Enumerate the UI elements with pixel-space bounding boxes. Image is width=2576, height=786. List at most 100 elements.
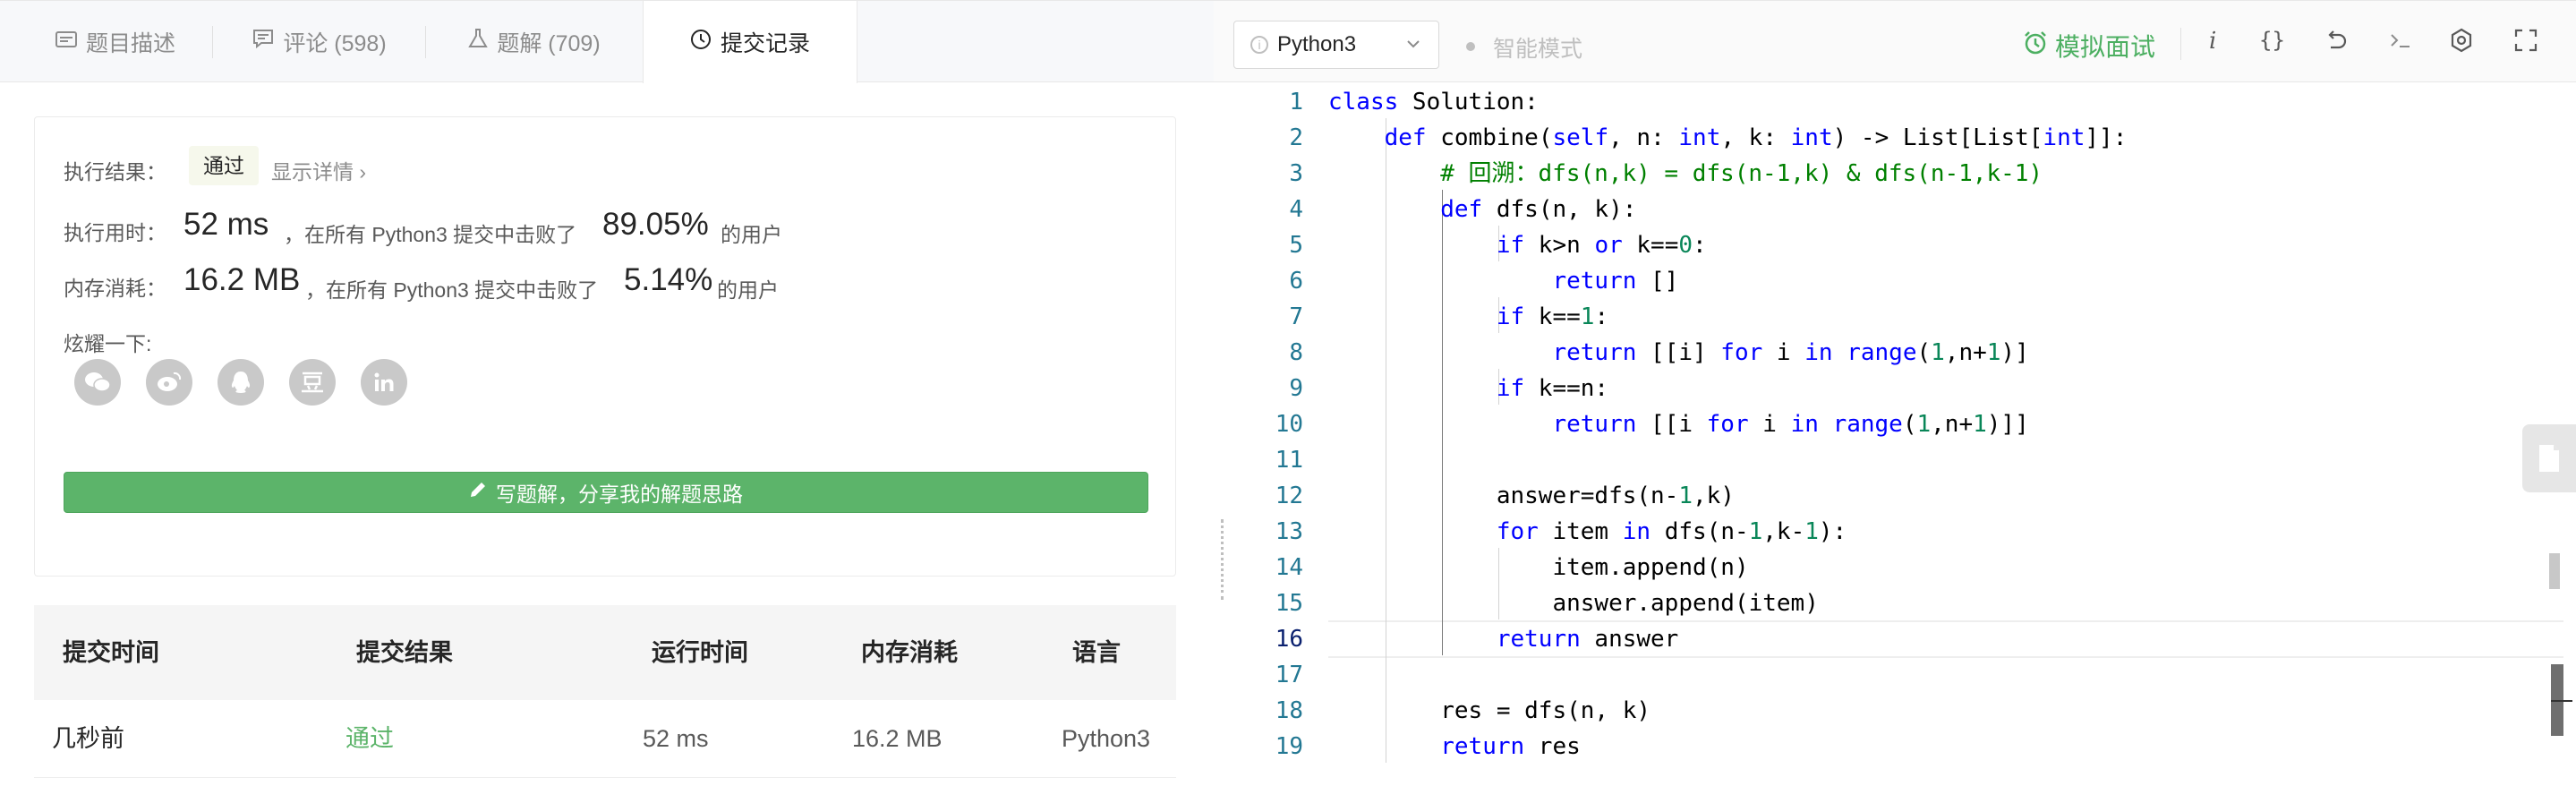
info-circle-icon: i xyxy=(1250,36,1268,54)
line-number: 19 xyxy=(1275,733,1303,760)
col-submit-result: 提交结果 xyxy=(356,639,453,666)
runtime-text: ，在所有 Python3 提交中击败了 xyxy=(284,223,577,246)
line-number: 8 xyxy=(1289,339,1303,366)
mock-interview-label: 模拟面试 xyxy=(2055,33,2156,61)
show-details-link[interactable]: 显示详情 › xyxy=(271,155,366,185)
cell-runtime: 52 ms xyxy=(643,725,709,752)
undo-icon[interactable] xyxy=(2324,28,2349,59)
tab-label: 提交记录 xyxy=(720,31,810,56)
cursor-marker xyxy=(2551,700,2572,702)
line-number: 15 xyxy=(1275,590,1303,617)
tab-comments[interactable]: 评论 (598) xyxy=(213,1,426,82)
left-panel: 题目描述 评论 (598) 题解 (709) 提交记录 执行结果： 通过 显示详… xyxy=(0,0,1215,786)
code-line[interactable]: def dfs(n, k): xyxy=(1328,192,1636,227)
code-line[interactable]: answer.append(item) xyxy=(1328,585,1818,621)
memory-percentile: 5.14% xyxy=(624,262,713,297)
col-submit-time: 提交时间 xyxy=(63,639,159,666)
line-number: 1 xyxy=(1289,89,1303,115)
douban-icon[interactable] xyxy=(289,359,336,406)
code-line[interactable]: # 回溯：dfs(n,k) = dfs(n-1,k) & dfs(n-1,k-1… xyxy=(1328,156,2043,192)
scrollbar-marker xyxy=(2549,553,2560,589)
code-line[interactable]: class Solution: xyxy=(1328,84,1539,120)
panel-resize-handle[interactable] xyxy=(1221,519,1227,600)
code-line[interactable]: if k>n or k==0: xyxy=(1328,227,1707,263)
table-row[interactable]: 几秒前 通过 52 ms 16.2 MB Python3 xyxy=(34,700,1176,778)
code-line[interactable]: return res xyxy=(1328,729,1581,765)
code-line[interactable]: return [[i] for i in range(1,n+1)] xyxy=(1328,335,2028,371)
note-icon xyxy=(2539,445,2559,472)
memory-text: ，在所有 Python3 提交中击败了 xyxy=(305,278,599,302)
code-line[interactable]: return [] xyxy=(1328,263,1678,299)
line-number: 6 xyxy=(1289,268,1303,295)
line-number: 16 xyxy=(1275,626,1303,653)
editor-toolbar: i Python3 智能模式 模拟面试 i {} xyxy=(1214,0,2576,82)
code-line[interactable]: item.append(n) xyxy=(1328,550,1748,585)
settings-icon[interactable] xyxy=(2449,28,2474,59)
memory-label: 内存消耗： xyxy=(64,277,166,300)
console-icon[interactable] xyxy=(2388,28,2413,59)
line-number: 14 xyxy=(1275,554,1303,581)
line-number: 9 xyxy=(1289,375,1303,402)
flask-icon xyxy=(468,28,489,56)
line-number: 12 xyxy=(1275,483,1303,509)
line-number: 11 xyxy=(1275,447,1303,474)
problem-tabs: 题目描述 评论 (598) 题解 (709) 提交记录 xyxy=(0,0,1214,83)
tab-solutions[interactable]: 题解 (709) xyxy=(426,1,643,82)
line-number: 3 xyxy=(1289,160,1303,187)
line-number: 18 xyxy=(1275,697,1303,724)
cell-language: Python3 xyxy=(1062,725,1151,752)
toolbar-divider xyxy=(2180,28,2181,60)
code-line[interactable]: for item in dfs(n-1,k-1): xyxy=(1328,514,1847,550)
write-solution-button[interactable]: 写题解，分享我的解题思路 xyxy=(64,472,1148,513)
code-editor[interactable]: 1 class Solution: 2 def combine(self, n: i… xyxy=(1214,82,2576,786)
line-number: 2 xyxy=(1289,124,1303,151)
tab-label: 题解 (709) xyxy=(497,30,601,56)
smart-mode-toggle[interactable]: 智能模式 xyxy=(1493,31,1582,64)
code-line[interactable]: def combine(self, n: int, k: int) -> Lis… xyxy=(1328,120,2128,156)
code-line[interactable]: if k==n: xyxy=(1328,371,1608,406)
col-runtime: 运行时间 xyxy=(652,639,748,666)
editor-panel: i Python3 智能模式 模拟面试 i {} 1 class Solutio… xyxy=(1214,0,2576,786)
submissions-table-header: 提交时间 提交结果 运行时间 内存消耗 语言 xyxy=(34,605,1176,700)
code-line[interactable]: return answer xyxy=(1328,621,1679,657)
code-line[interactable]: return [[i for i in range(1,n+1)]] xyxy=(1328,406,2028,442)
line-number: 5 xyxy=(1289,232,1303,259)
status-badge: 通过 xyxy=(189,146,259,185)
comment-icon xyxy=(252,29,274,55)
code-line[interactable]: if k==1: xyxy=(1328,299,1608,335)
runtime-label: 执行用时： xyxy=(64,221,166,244)
cell-submit-result[interactable]: 通过 xyxy=(345,700,394,777)
fullscreen-icon[interactable] xyxy=(2513,28,2538,59)
chevron-down-icon xyxy=(1406,32,1420,63)
braces-icon[interactable]: {} xyxy=(2259,28,2285,53)
tab-description[interactable]: 题目描述 xyxy=(18,1,213,82)
line-number: 17 xyxy=(1275,662,1303,688)
language-value: Python3 xyxy=(1277,32,1357,56)
runtime-percentile: 89.05% xyxy=(602,207,709,242)
status-label: 执行结果： xyxy=(64,160,166,184)
wechat-icon[interactable] xyxy=(74,359,121,406)
runtime-suffix: 的用户 xyxy=(721,223,782,246)
smart-mode-dot xyxy=(1466,42,1475,51)
alarm-clock-icon xyxy=(2023,30,2048,62)
memory-value: 16.2 MB xyxy=(183,262,301,297)
mock-interview-button[interactable]: 模拟面试 xyxy=(2023,28,2155,64)
code-line[interactable]: answer=dfs(n-1,k) xyxy=(1328,478,1735,514)
write-solution-label: 写题解，分享我的解题思路 xyxy=(496,483,743,506)
code-line[interactable]: res = dfs(n, k) xyxy=(1328,693,1651,729)
weibo-icon[interactable] xyxy=(146,359,192,406)
notes-float-button[interactable] xyxy=(2522,424,2576,492)
line-number: 13 xyxy=(1275,518,1303,545)
tab-label: 题目描述 xyxy=(85,30,175,56)
tab-submissions[interactable]: 提交记录 xyxy=(643,1,857,83)
linkedin-icon[interactable] xyxy=(361,359,407,406)
info-icon[interactable]: i xyxy=(2209,28,2216,55)
line-number: 10 xyxy=(1275,411,1303,438)
line-number: 7 xyxy=(1289,303,1303,330)
cell-submit-time: 几秒前 xyxy=(52,725,124,752)
runtime-value: 52 ms xyxy=(183,207,269,242)
share-label: 炫耀一下: xyxy=(64,332,152,355)
col-memory: 内存消耗 xyxy=(861,639,958,666)
language-select[interactable]: i Python3 xyxy=(1233,21,1439,69)
qq-icon[interactable] xyxy=(218,359,264,406)
